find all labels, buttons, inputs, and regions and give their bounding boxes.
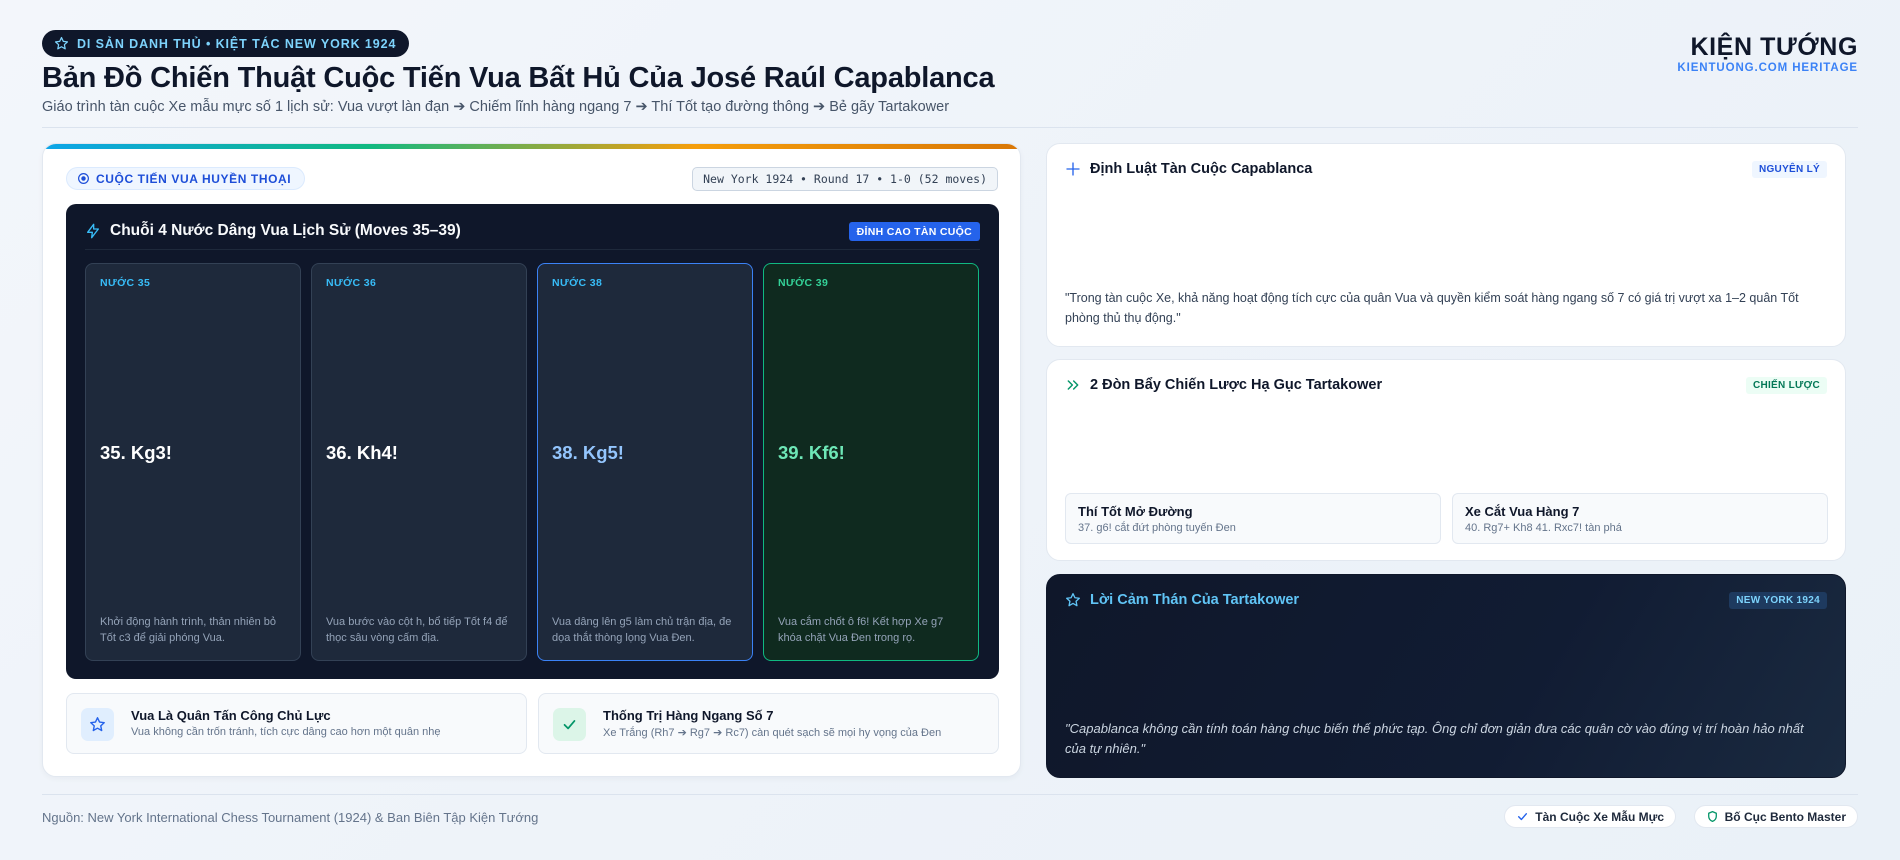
- strategy-card: 2 Đòn Bẩy Chiến Lược Hạ Gục Tartakower C…: [1046, 359, 1846, 561]
- move-card-39[interactable]: NƯỚC 39 39. Kf6! Vua cắm chốt ô f6! Kết …: [763, 263, 979, 661]
- move-description: Vua dâng lên g5 làm chủ trận địa, đe dọa…: [552, 616, 732, 644]
- principle-quote: "Trong tàn cuộc Xe, khả năng hoạt động t…: [1065, 291, 1799, 325]
- tribute-title-text: Lời Cảm Thán Của Tartakower: [1090, 592, 1300, 608]
- eyebrow-badge: DI SẢN DANH THỦ • KIỆT TÁC NEW YORK 1924: [42, 30, 410, 57]
- star-icon: [54, 36, 69, 50]
- principle-tag: NGUYÊN LÝ: [1751, 161, 1827, 178]
- feature-description: Vua không cần trốn tránh, tích cực dâng …: [131, 726, 441, 738]
- lever-item[interactable]: Xe Cắt Vua Hàng 7 40. Rg7+ Kh8 41. Rxc7!…: [1452, 493, 1828, 544]
- moves-panel: Chuỗi 4 Nước Dâng Vua Lịch Sử (Moves 35–…: [66, 204, 999, 679]
- tribute-header: Lời Cảm Thán Của Tartakower NEW YORK 192…: [1065, 591, 1827, 611]
- tribute-title: Lời Cảm Thán Của Tartakower: [1065, 592, 1299, 608]
- target-icon: [78, 173, 89, 184]
- game-meta: New York 1924 • Round 17 • 1-0 (52 moves…: [692, 167, 998, 191]
- brand-sub: KIENTUONG.COM HERITAGE: [1677, 62, 1858, 74]
- footer-chip-rook-endgame[interactable]: Tàn Cuộc Xe Mẫu Mực: [1504, 805, 1676, 828]
- move-step: NƯỚC 38: [552, 277, 603, 289]
- section-pill: CUỘC TIẾN VUA HUYỀN THOẠI: [66, 167, 306, 190]
- lightning-icon: [87, 223, 99, 239]
- strategy-title-text: 2 Đòn Bẩy Chiến Lược Hạ Gục Tartakower: [1090, 377, 1383, 393]
- lever-title: Xe Cắt Vua Hàng 7: [1465, 504, 1580, 519]
- chip-label: Tàn Cuộc Xe Mẫu Mực: [1535, 809, 1664, 824]
- strategy-title: 2 Đòn Bẩy Chiến Lược Hạ Gục Tartakower: [1065, 377, 1382, 393]
- page-header: DI SẢN DANH THỦ • KIỆT TÁC NEW YORK 1924…: [42, 30, 1858, 128]
- strategy-header: 2 Đòn Bẩy Chiến Lược Hạ Gục Tartakower C…: [1065, 376, 1827, 396]
- moves-title-text: Chuỗi 4 Nước Dâng Vua Lịch Sử (Moves 35–…: [110, 222, 461, 239]
- move-card-35[interactable]: NƯỚC 35 35. Kg3! Khởi động hành trình, t…: [85, 263, 301, 661]
- move-step: NƯỚC 39: [778, 277, 829, 289]
- feature-icon-box: [81, 708, 114, 741]
- footer-source: Nguồn: New York International Chess Tour…: [42, 810, 539, 825]
- move-description: Vua cắm chốt ô f6! Kết hợp Xe g7 khóa ch…: [778, 616, 944, 644]
- lever-description: 40. Rg7+ Kh8 41. Rxc7! tàn phá: [1465, 522, 1622, 534]
- move-step: NƯỚC 35: [100, 277, 151, 289]
- strategy-tag: CHIẾN LƯỢC: [1745, 377, 1827, 394]
- moves-header: Chuỗi 4 Nước Dâng Vua Lịch Sử (Moves 35–…: [85, 218, 980, 250]
- shield-icon: [1707, 810, 1717, 823]
- brand-name: KIỆN TƯỚNG: [1690, 33, 1858, 61]
- lever-description: 37. g6! cắt đứt phòng tuyến Đen: [1078, 522, 1236, 534]
- move-card-38[interactable]: NƯỚC 38 38. Kg5! Vua dâng lên g5 làm chủ…: [537, 263, 753, 661]
- check-icon: [1518, 813, 1528, 821]
- feature-title: Vua Là Quân Tấn Công Chủ Lực: [131, 708, 331, 723]
- lever-title: Thí Tốt Mở Đường: [1078, 504, 1193, 519]
- move-notation: 36. Kh4!: [326, 442, 398, 463]
- move-description: Vua bước vào cột h, bổ tiếp Tốt f4 để th…: [326, 616, 508, 644]
- principle-header: Định Luật Tàn Cuộc Capablanca NGUYÊN LÝ: [1065, 160, 1827, 180]
- move-notation: 39. Kf6!: [778, 442, 845, 463]
- feature-king-attacker: Vua Là Quân Tấn Công Chủ Lực Vua không c…: [66, 693, 527, 754]
- tribute-quote: "Capablanca không cần tính toán hàng chụ…: [1065, 721, 1804, 756]
- lever-item[interactable]: Thí Tốt Mở Đường 37. g6! cắt đứt phòng t…: [1065, 493, 1441, 544]
- check-icon: [563, 720, 576, 730]
- feature-description: Xe Trắng (Rh7 ➔ Rg7 ➔ Rc7) càn quét sạch…: [603, 727, 942, 739]
- move-description: Khởi động hành trình, thản nhiên bỏ Tốt …: [100, 616, 277, 644]
- moves-title: Chuỗi 4 Nước Dâng Vua Lịch Sử (Moves 35–…: [85, 222, 461, 240]
- star-icon: [1066, 593, 1080, 607]
- eyebrow-text: DI SẢN DANH THỦ • KIỆT TÁC NEW YORK 1924: [77, 36, 397, 51]
- move-notation: 38. Kg5!: [552, 442, 624, 463]
- gradient-stripe: [43, 144, 1020, 149]
- feature-seventh-rank: Thống Trị Hàng Ngang Số 7 Xe Trắng (Rh7 …: [538, 693, 999, 754]
- chip-label: Bố Cục Bento Master: [1724, 809, 1846, 824]
- page-subtitle: Giáo trình tàn cuộc Xe mẫu mực số 1 lịch…: [42, 99, 950, 115]
- footer-chip-bento[interactable]: Bố Cục Bento Master: [1693, 805, 1858, 828]
- peak-badge: ĐỈNH CAO TÀN CUỘC: [848, 222, 980, 241]
- star-icon: [90, 717, 105, 732]
- move-notation: 35. Kg3!: [100, 442, 172, 463]
- tribute-card: Lời Cảm Thán Của Tartakower NEW YORK 192…: [1046, 574, 1846, 778]
- feature-title: Thống Trị Hàng Ngang Số 7: [603, 708, 774, 723]
- plus-icon: [1066, 162, 1080, 176]
- principle-title: Định Luật Tàn Cuộc Capablanca: [1065, 161, 1312, 177]
- section-pill-label: CUỘC TIẾN VUA HUYỀN THOẠI: [96, 171, 292, 186]
- move-step: NƯỚC 36: [326, 277, 377, 289]
- principle-title-text: Định Luật Tàn Cuộc Capablanca: [1090, 161, 1313, 177]
- move-card-36[interactable]: NƯỚC 36 36. Kh4! Vua bước vào cột h, bổ …: [311, 263, 527, 661]
- page-footer: Nguồn: New York International Chess Tour…: [42, 794, 1858, 834]
- king-march-card: CUỘC TIẾN VUA HUYỀN THOẠI New York 1924 …: [42, 143, 1021, 777]
- brand-logo[interactable]: KIỆN TƯỚNG KIENTUONG.COM HERITAGE: [1677, 32, 1858, 74]
- double-chevron-right-icon: [1067, 380, 1079, 390]
- page-title: Bản Đồ Chiến Thuật Cuộc Tiến Vua Bất Hủ …: [42, 62, 995, 94]
- feature-icon-box: [553, 708, 586, 741]
- principle-card: Định Luật Tàn Cuộc Capablanca NGUYÊN LÝ …: [1046, 143, 1846, 347]
- tribute-tag: NEW YORK 1924: [1729, 592, 1827, 609]
